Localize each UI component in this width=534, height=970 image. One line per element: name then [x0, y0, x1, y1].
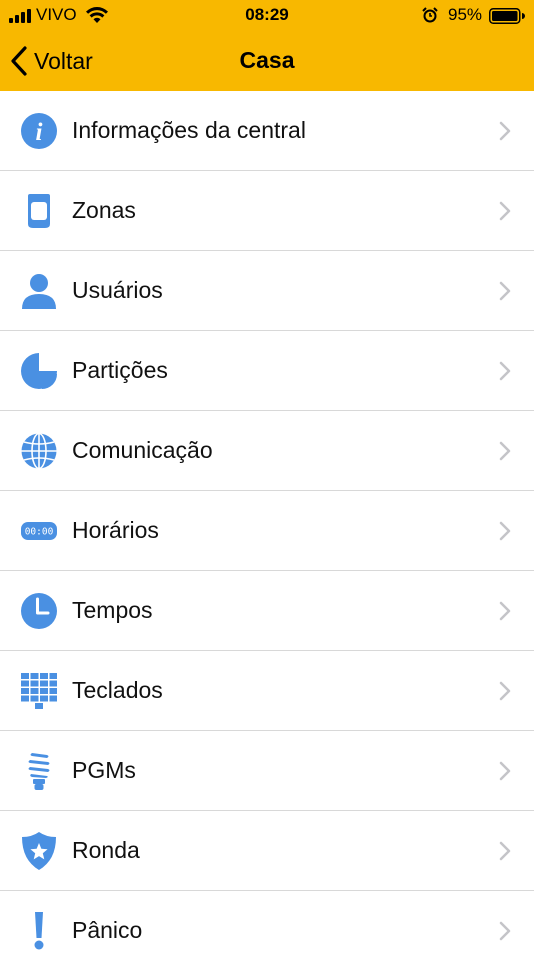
- chevron-right-icon: [499, 361, 511, 381]
- menu-item-label: Tempos: [72, 597, 153, 623]
- chevron-right-icon: [499, 761, 511, 781]
- user-icon: [20, 272, 58, 310]
- chevron-right-icon: [499, 441, 511, 461]
- menu-item-label: Comunicação: [72, 437, 213, 463]
- status-bar: VIVO 08:29 95%: [0, 0, 534, 30]
- chevron-right-icon: [499, 121, 511, 141]
- chevron-right-icon: [499, 281, 511, 301]
- clock-icon: [20, 592, 58, 630]
- menu-item-label: Teclados: [72, 677, 163, 703]
- chevron-right-icon: [499, 841, 511, 861]
- chevron-right-icon: [499, 601, 511, 621]
- menu-item-label: Partições: [72, 357, 168, 383]
- shield-star-icon: [20, 832, 58, 870]
- sensor-icon: [20, 192, 58, 230]
- exclamation-icon: [20, 912, 58, 950]
- settings-list: i Informações da central Zonas Usuários: [0, 91, 534, 970]
- menu-item-zonas[interactable]: Zonas: [0, 171, 534, 251]
- menu-item-pgms[interactable]: PGMs: [0, 731, 534, 811]
- menu-item-panico[interactable]: Pânico: [0, 891, 534, 970]
- menu-item-label: Informações da central: [72, 117, 306, 143]
- clock-display-text: 00:00: [25, 527, 54, 538]
- menu-item-label: Ronda: [72, 837, 140, 863]
- menu-item-tempos[interactable]: Tempos: [0, 571, 534, 651]
- menu-item-horarios[interactable]: 00:00 Horários: [0, 491, 534, 571]
- chevron-right-icon: [499, 201, 511, 221]
- menu-item-label: Pânico: [72, 917, 143, 943]
- menu-item-label: Usuários: [72, 277, 163, 303]
- menu-item-label: Horários: [72, 517, 159, 543]
- page-title: Casa: [239, 47, 295, 73]
- menu-item-ronda[interactable]: Ronda: [0, 811, 534, 891]
- battery-icon: [489, 8, 525, 24]
- info-icon: i: [20, 112, 58, 150]
- partition-icon: [20, 352, 58, 390]
- alarm-icon: [422, 7, 438, 23]
- menu-item-usuarios[interactable]: Usuários: [0, 251, 534, 331]
- chevron-right-icon: [499, 681, 511, 701]
- battery-percent: 95%: [448, 5, 483, 24]
- globe-icon: [20, 432, 58, 470]
- menu-item-teclados[interactable]: Teclados: [0, 651, 534, 731]
- menu-item-label: Zonas: [72, 197, 136, 223]
- svg-text:i: i: [36, 119, 43, 146]
- menu-item-comunicacao[interactable]: Comunicação: [0, 411, 534, 491]
- bulb-icon: [20, 752, 58, 790]
- chevron-right-icon: [499, 921, 511, 941]
- header-bar: VIVO 08:29 95% Voltar Casa: [0, 0, 534, 91]
- menu-item-label: PGMs: [72, 757, 136, 783]
- menu-item-informacoes[interactable]: i Informações da central: [0, 91, 534, 171]
- chevron-right-icon: [499, 521, 511, 541]
- clock-display-icon: 00:00: [20, 512, 58, 550]
- menu-item-particoes[interactable]: Partições: [0, 331, 534, 411]
- keypad-icon: [20, 672, 58, 710]
